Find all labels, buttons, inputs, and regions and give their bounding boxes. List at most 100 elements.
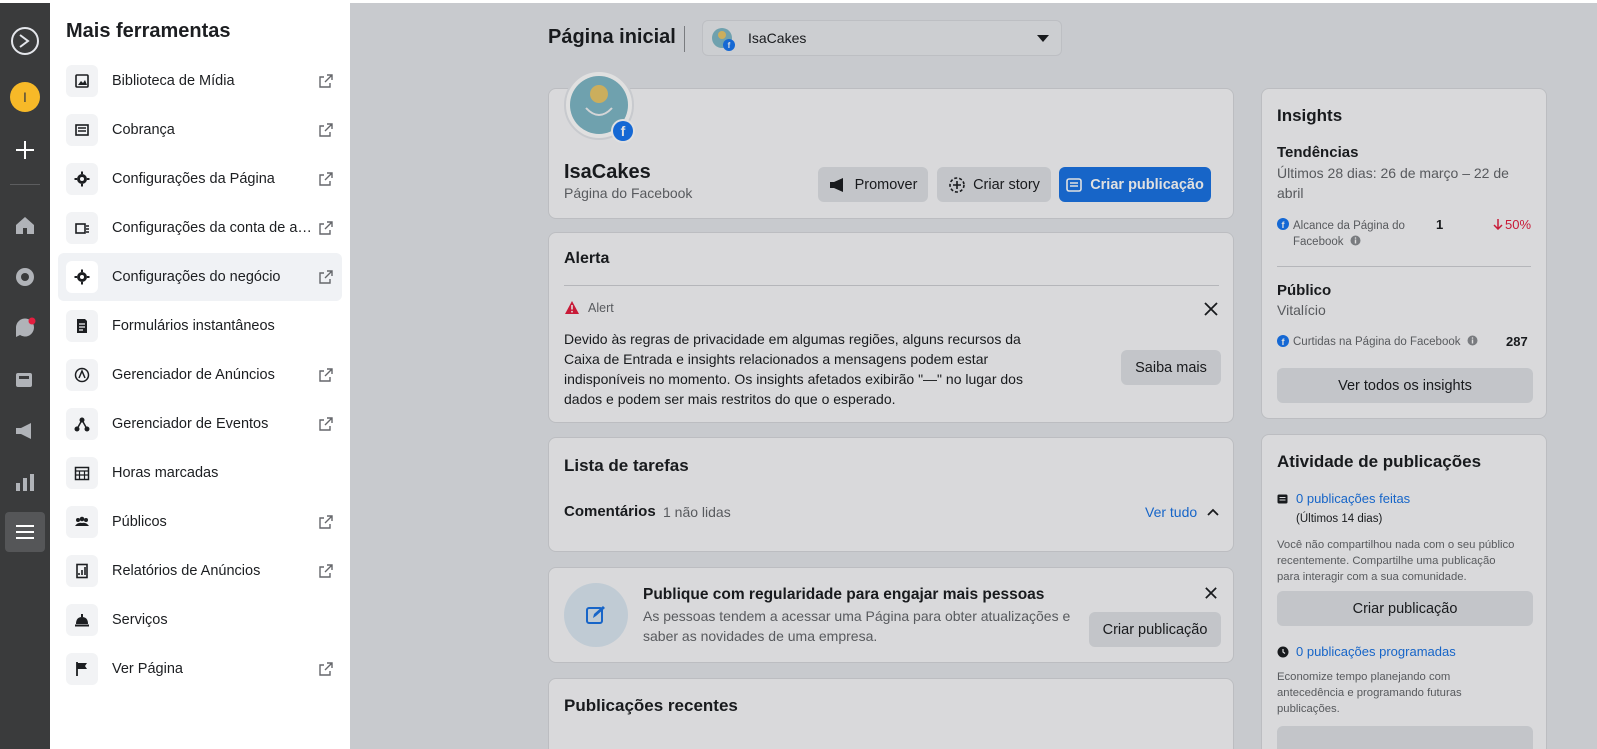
avatar[interactable]: I xyxy=(5,77,45,117)
desc-line: Você não compartilhou nada com o seu púb… xyxy=(1277,539,1515,551)
tool-item-media-library[interactable]: Biblioteca de Mídia xyxy=(58,57,342,105)
period-line: Últimos 28 dias: 26 de março – 22 de xyxy=(1277,165,1509,181)
tip-title: Publique com regularidade para engajar m… xyxy=(643,586,1045,603)
inbox-icon[interactable] xyxy=(5,308,45,348)
tool-item-appointments[interactable]: Horas marcadas xyxy=(58,449,342,497)
tool-item-services[interactable]: Serviços xyxy=(58,596,342,644)
tip-line: As pessoas tendem a acessar uma Página p… xyxy=(643,608,1071,624)
plus-icon[interactable] xyxy=(5,130,45,170)
external-link-icon xyxy=(319,564,333,578)
recent-posts-heading: Publicações recentes xyxy=(564,696,738,715)
alert-message: Devido às regras de privacidade em algum… xyxy=(564,329,1023,409)
tool-item-view-page[interactable]: Ver Página xyxy=(58,645,342,693)
tool-label: Horas marcadas xyxy=(112,465,219,481)
panel-title: Mais ferramentas xyxy=(66,20,231,42)
reports-icon xyxy=(66,555,98,587)
tool-label: Relatórios de Anúncios xyxy=(112,563,261,579)
promote-button[interactable]: Promover xyxy=(818,167,928,202)
chevron-up-icon[interactable] xyxy=(1207,508,1219,516)
desc-line: recentemente. Compartilhe uma publicação xyxy=(1277,555,1496,567)
tool-item-page-settings[interactable]: Configurações da Página xyxy=(58,155,342,203)
messenger-icon[interactable] xyxy=(5,257,45,297)
close-icon[interactable] xyxy=(1205,587,1217,599)
tool-item-ads-manager[interactable]: Gerenciador de Anúncios xyxy=(58,351,342,399)
tool-label: Formulários instantâneos xyxy=(112,318,275,334)
chevron-down-icon xyxy=(1037,35,1049,42)
period-line: abril xyxy=(1277,185,1304,201)
post-icon xyxy=(1277,494,1288,504)
tool-item-billing[interactable]: Cobrança xyxy=(58,106,342,154)
tool-label: Configurações do negócio xyxy=(112,269,281,285)
profile-picture[interactable]: f xyxy=(564,70,635,143)
posts-made-link[interactable]: 0 publicações feitas xyxy=(1296,491,1410,506)
task-list-heading: Lista de tarefas xyxy=(564,456,689,475)
warning-icon xyxy=(565,301,579,314)
form-icon xyxy=(66,310,98,342)
tool-item-ad-account-settings[interactable]: Configurações da conta de anúncios xyxy=(58,204,342,252)
page-name: IsaCakes xyxy=(564,161,651,183)
svg-text:f: f xyxy=(621,123,626,139)
menu-icon[interactable] xyxy=(5,512,45,552)
post-activity-card: Atividade de publicações 0 publicações f… xyxy=(1261,434,1547,749)
billing-icon xyxy=(66,114,98,146)
tool-label: Configurações da conta de anúncios xyxy=(112,220,317,236)
alert-line: Caixa de Entrada e insights relacionados… xyxy=(564,351,989,367)
external-link-icon xyxy=(319,172,333,186)
reach-change: 50% xyxy=(1505,217,1532,232)
tool-item-business-settings[interactable]: Configurações do negócio xyxy=(58,253,342,301)
page-selector[interactable]: f IsaCakes xyxy=(702,20,1062,56)
tool-item-instant-forms[interactable]: Formulários instantâneos xyxy=(58,302,342,350)
tool-label: Configurações da Página xyxy=(112,171,275,187)
sched-line: antecedência e programando futuras xyxy=(1277,687,1462,699)
page-selector-value: IsaCakes xyxy=(748,30,807,46)
external-link-icon xyxy=(319,368,333,382)
media-library-icon xyxy=(66,65,98,97)
trends-heading: Tendências xyxy=(1277,144,1359,161)
tool-item-audiences[interactable]: Públicos xyxy=(58,498,342,546)
likes-value: 287 xyxy=(1506,334,1528,349)
tool-item-events-manager[interactable]: Gerenciador de Eventos xyxy=(58,400,342,448)
page-home: Página inicial f IsaCakes f IsaCakes Pág… xyxy=(350,3,1597,749)
tool-label: Ver Página xyxy=(112,661,183,677)
create-post-label: Criar publicação xyxy=(1090,176,1204,193)
page-title: Página inicial xyxy=(548,26,676,48)
see-all-comments-link[interactable]: Ver tudo xyxy=(1145,504,1197,520)
audiences-icon xyxy=(66,506,98,538)
tip-description: As pessoas tendem a acessar uma Página p… xyxy=(643,606,1070,646)
tip-create-post-button[interactable]: Criar publicação xyxy=(1089,612,1221,647)
schedule-post-button[interactable] xyxy=(1277,726,1533,749)
close-icon[interactable] xyxy=(1204,302,1218,316)
activity-create-post-button[interactable]: Criar publicação xyxy=(1277,591,1533,626)
megaphone-icon[interactable] xyxy=(5,411,45,451)
gear-icon xyxy=(66,163,98,195)
meta-logo-icon[interactable] xyxy=(5,21,45,61)
reach-label: Alcance da Página do Facebook xyxy=(1293,218,1405,250)
comments-label: Comentários xyxy=(564,503,656,520)
learn-more-button[interactable]: Saiba mais xyxy=(1121,350,1221,385)
see-all-insights-button[interactable]: Ver todos os insights xyxy=(1277,368,1533,403)
external-link-icon xyxy=(319,221,333,235)
post-activity-heading: Atividade de publicações xyxy=(1277,452,1482,471)
create-post-button[interactable]: Criar publicação xyxy=(1059,167,1211,202)
reach-line: Facebook xyxy=(1293,236,1344,248)
create-story-button[interactable]: Criar story xyxy=(937,167,1051,202)
alert-card: Alerta Alert Devido às regras de privaci… xyxy=(548,232,1234,423)
arrow-down-icon xyxy=(1493,219,1503,230)
insights-icon[interactable] xyxy=(5,462,45,502)
profile-card: f IsaCakes Página do Facebook Promover C… xyxy=(548,70,1234,219)
recent-posts-card: Publicações recentes xyxy=(548,678,1234,749)
edit-icon xyxy=(564,583,628,647)
posts-icon[interactable] xyxy=(5,360,45,400)
tool-label: Biblioteca de Mídia xyxy=(112,73,235,89)
story-icon xyxy=(949,176,965,193)
task-list-card: Lista de tarefas Comentários 1 não lidas… xyxy=(548,437,1234,552)
svg-text:f: f xyxy=(728,41,731,50)
scheduled-posts-link[interactable]: 0 publicações programadas xyxy=(1296,644,1456,659)
home-icon[interactable] xyxy=(5,205,45,245)
tool-label: Cobrança xyxy=(112,122,175,138)
info-icon[interactable] xyxy=(1350,235,1361,246)
tool-item-ad-reports[interactable]: Relatórios de Anúncios xyxy=(58,547,342,595)
info-icon[interactable] xyxy=(1467,335,1478,346)
alert-tag: Alert xyxy=(588,301,614,315)
external-link-icon xyxy=(319,662,333,676)
